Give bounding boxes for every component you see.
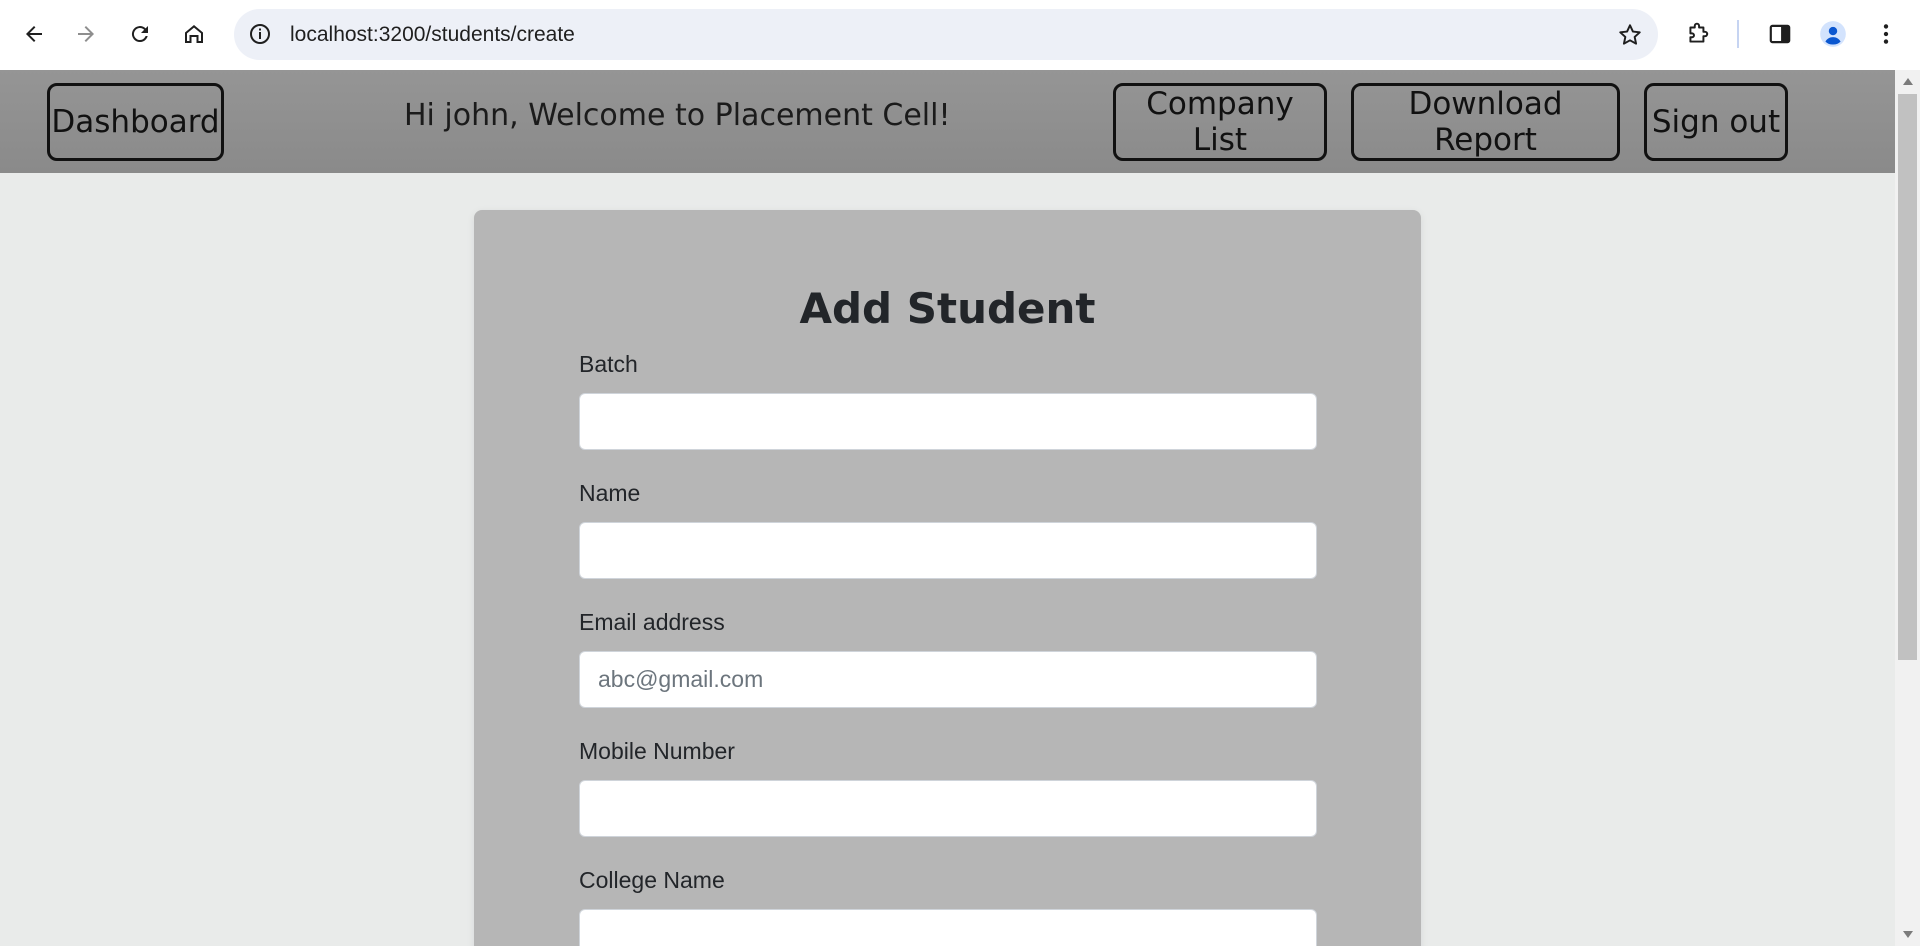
college-name-input[interactable] [579,909,1317,946]
page-scrollbar[interactable] [1895,70,1920,946]
name-input[interactable] [579,522,1317,579]
name-label: Name [579,480,641,506]
scrollbar-thumb[interactable] [1898,94,1917,660]
batch-input[interactable] [579,393,1317,450]
menu-kebab-icon[interactable] [1866,14,1906,54]
welcome-message: Hi john, Welcome to Placement Cell! [404,98,951,133]
page-viewport: Dashboard Hi john, Welcome to Placement … [0,70,1895,946]
toolbar-separator [1737,20,1739,48]
address-bar[interactable]: localhost:3200/students/create [234,9,1658,60]
college-name-label: College Name [579,867,725,893]
mobile-number-label: Mobile Number [579,738,735,764]
batch-label: Batch [579,351,638,377]
reload-icon[interactable] [120,14,160,54]
form-title: Add Student [799,284,1096,333]
add-student-form: Add Student Batch Name Email address Mob… [474,210,1421,946]
home-icon[interactable] [174,14,214,54]
download-report-button[interactable]: Download Report [1351,83,1620,161]
app-header: Dashboard Hi john, Welcome to Placement … [0,70,1895,173]
company-list-button[interactable]: Company List [1113,83,1327,161]
url-text[interactable]: localhost:3200/students/create [290,9,575,60]
back-arrow-icon[interactable] [14,14,54,54]
scroll-up-arrow-icon[interactable] [1903,78,1913,85]
extensions-icon[interactable] [1678,14,1718,54]
sign-out-button[interactable]: Sign out [1644,83,1788,161]
email-input[interactable] [579,651,1317,708]
profile-avatar-icon[interactable] [1813,14,1853,54]
site-info-icon[interactable] [247,21,273,47]
forward-arrow-icon[interactable] [66,14,106,54]
dashboard-button[interactable]: Dashboard [47,83,224,161]
mobile-number-input[interactable] [579,780,1317,837]
browser-toolbar: localhost:3200/students/create [0,0,1920,70]
scroll-down-arrow-icon[interactable] [1903,931,1913,938]
side-panel-icon[interactable] [1760,14,1800,54]
bookmark-star-icon[interactable] [1616,21,1644,49]
email-label: Email address [579,609,725,635]
